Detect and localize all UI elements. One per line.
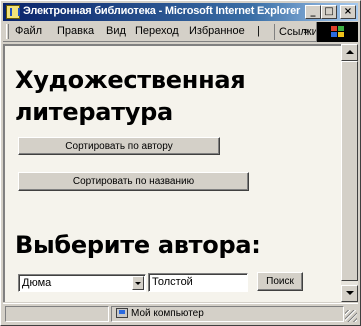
links-toolbar[interactable]: Ссылки [274,24,318,40]
menu-bar: Файл Правка Вид Переход Избранное | Ссыл… [3,22,358,42]
status-pane-main [5,306,109,322]
author-select-value: Дюма [22,277,52,289]
my-computer-icon [116,308,128,318]
maximize-button[interactable]: □ [321,5,337,19]
dropdown-arrow-icon[interactable] [132,276,144,290]
sort-by-author-button[interactable]: Сортировать по автору [18,137,220,155]
sort-by-title-button[interactable]: Сортировать по названию [18,172,249,191]
search-button[interactable]: Поиск [257,272,303,291]
author-select[interactable]: Дюма [18,274,146,292]
resize-grip[interactable] [345,310,357,322]
scroll-down-icon[interactable] [341,285,358,302]
menu-edit[interactable]: Правка [57,25,94,37]
minimize-button[interactable]: _ [305,5,321,19]
page-content: Художественная литература Сортировать по… [3,44,341,302]
window-title: Электронная библиотека - Microsoft Inter… [23,5,301,17]
menu-file[interactable]: Файл [15,25,42,37]
status-bar: Мой компьютер [3,303,358,323]
links-chevron-icon[interactable]: » [303,24,309,40]
close-button[interactable]: × [340,5,356,19]
internet-explorer-icon[interactable] [6,5,20,19]
author-input[interactable]: Толстой [148,273,248,292]
scroll-thumb[interactable] [341,61,358,281]
menu-view[interactable]: Вид [106,25,126,37]
scroll-up-icon[interactable] [341,44,358,61]
windows-logo-throbber-icon [316,22,358,42]
author-heading: Выберите автора: [15,231,261,259]
page-title: Художественная литература [15,66,246,126]
browser-window: Электронная библиотека - Microsoft Inter… [0,0,361,326]
title-bar[interactable]: Электронная библиотека - Microsoft Inter… [3,3,358,21]
menu-go[interactable]: Переход [135,25,179,37]
menu-overflow-chevron[interactable]: | [257,25,260,37]
toolbar-grip[interactable] [6,24,9,39]
vertical-scrollbar[interactable] [341,44,358,302]
status-zone-label: Мой компьютер [131,308,204,319]
menu-favorites[interactable]: Избранное [189,25,245,37]
